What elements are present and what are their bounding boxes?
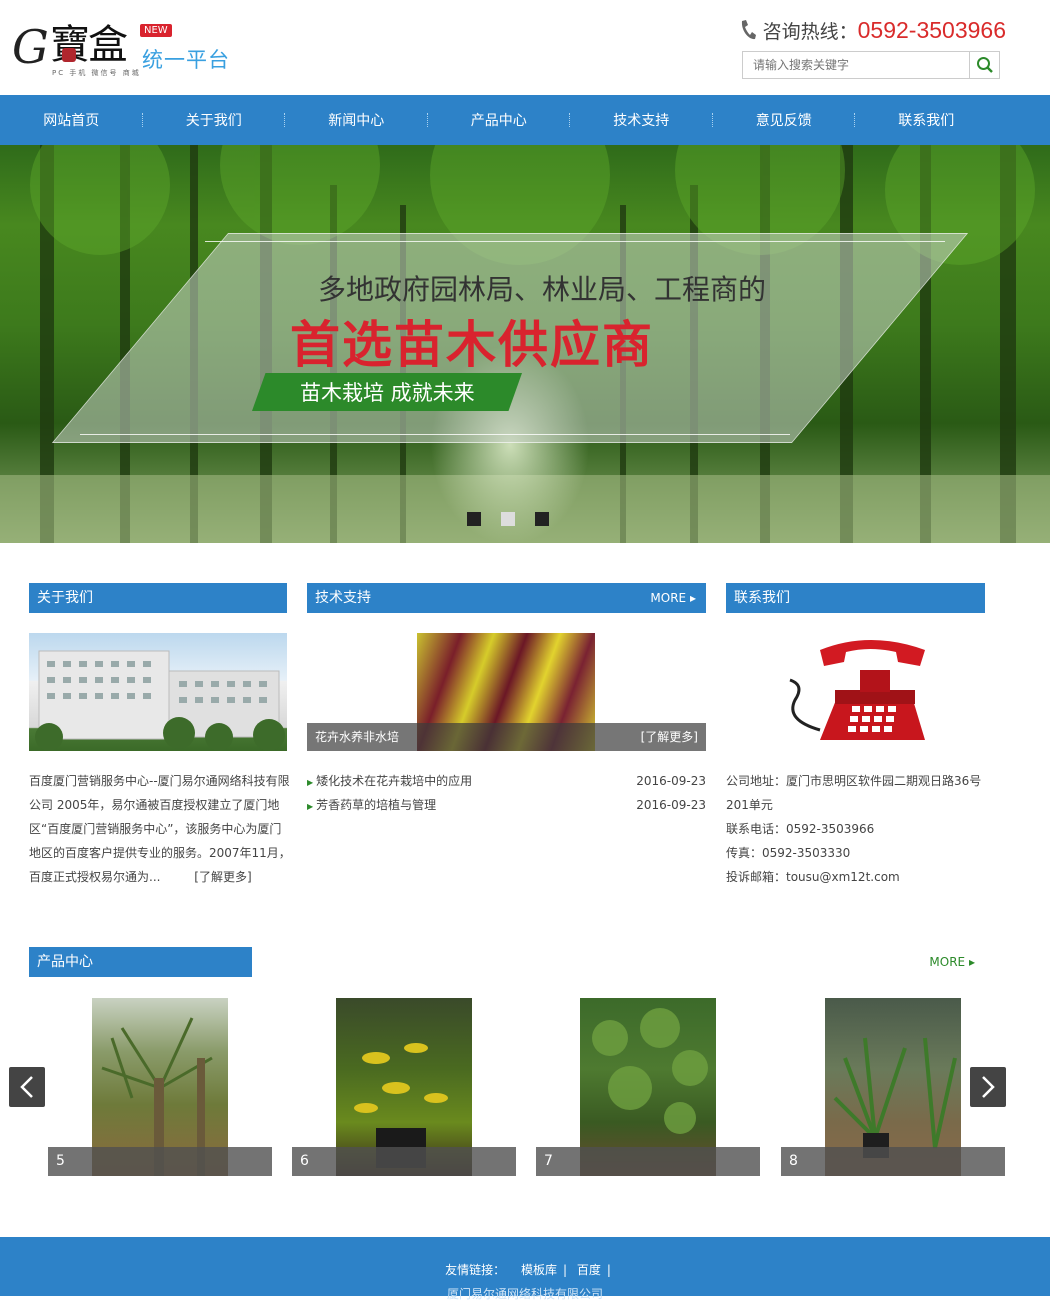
contact-title-bar: 联系我们 <box>726 583 985 613</box>
about-title-bar: 关于我们 <box>29 583 287 613</box>
products-title[interactable]: 产品中心 <box>37 954 93 970</box>
slider-dot-3[interactable] <box>535 512 549 526</box>
products-more-label: MORE <box>929 955 966 969</box>
contact-address: 公司地址：厦门市思明区软件园二期观日路36号201单元 <box>726 774 982 812</box>
nav-home[interactable]: 网站首页 <box>0 95 143 145</box>
contact-info: 公司地址：厦门市思明区软件园二期观日路36号201单元 联系电话：0592-35… <box>726 769 996 889</box>
nav-news[interactable]: 新闻中心 <box>285 95 428 145</box>
product-caption[interactable]: 6 <box>292 1147 516 1176</box>
header: G 寶盒 NEW 统一平台 PC 手机 微信号 商城 咨询热线： 0592-35… <box>0 0 1050 95</box>
search-button[interactable] <box>969 52 999 78</box>
footer: 友情链接： 模板库 | 百度 | 厦门易尔通网络科技有限公司 <box>0 1237 1050 1301</box>
news-item[interactable]: ▶ 芳香药草的培植与管理 2016-09-23 <box>307 793 706 817</box>
banner-line-top <box>205 241 945 242</box>
telephone-image <box>780 630 930 755</box>
bullet-arrow-icon: ▶ <box>307 802 314 811</box>
carousel-prev-button[interactable] <box>9 1067 45 1107</box>
hotline-number[interactable]: 0592-3503966 <box>858 17 1006 44</box>
about-title[interactable]: 关于我们 <box>37 590 93 606</box>
logo-letter: G <box>12 20 49 74</box>
friend-links-label: 友情链接： <box>445 1263 506 1277</box>
nav-contact[interactable]: 联系我们 <box>855 95 998 145</box>
logo[interactable]: G 寶盒 NEW 统一平台 PC 手机 微信号 商城 <box>12 20 242 82</box>
news-item[interactable]: ▶ 矮化技术在花卉栽培中的应用 2016-09-23 <box>307 769 706 793</box>
friend-link[interactable]: 模板库 <box>521 1263 557 1277</box>
banner-line-bottom <box>80 434 790 435</box>
news-title[interactable]: 矮化技术在花卉栽培中的应用 <box>316 774 472 788</box>
product-caption[interactable]: 8 <box>781 1147 1005 1176</box>
slider-dots <box>467 512 549 526</box>
hotline-label: 咨询热线： <box>762 20 858 43</box>
logo-subtitle: PC 手机 微信号 商城 <box>52 69 141 77</box>
banner-ribbon: 苗木栽培 成就未来 <box>252 373 522 411</box>
logo-new-badge: NEW <box>140 24 172 37</box>
tech-title[interactable]: 技术支持 <box>315 590 371 606</box>
tech-more-link[interactable]: MORE ▸ <box>650 583 696 613</box>
search-icon <box>976 57 993 73</box>
chevron-right-icon: ▸ <box>689 591 696 605</box>
news-date: 2016-09-23 <box>636 774 706 788</box>
news-date: 2016-09-23 <box>636 798 706 812</box>
logo-name: 寶盒 <box>50 22 128 68</box>
about-image[interactable] <box>29 633 287 751</box>
contact-email[interactable]: 投诉邮箱：tousu@xm12t.com <box>726 865 996 889</box>
logo-seal-icon <box>62 48 76 62</box>
tech-caption-title: 花卉水养非水培 <box>315 730 400 744</box>
banner-ribbon-text: 苗木栽培 成就未来 <box>300 381 475 405</box>
slider-dot-1[interactable] <box>467 512 481 526</box>
slider-dot-2[interactable] <box>501 512 515 526</box>
tech-title-bar: 技术支持 MORE ▸ <box>307 583 706 613</box>
contact-phone: 联系电话：0592-3503966 <box>726 822 875 836</box>
carousel-next-button[interactable] <box>970 1067 1006 1107</box>
about-more-link[interactable]: [了解更多] <box>194 870 251 884</box>
main-nav: 网站首页 关于我们 新闻中心 产品中心 技术支持 意见反馈 联系我们 <box>0 95 1050 145</box>
product-card[interactable]: 7 <box>536 998 760 1178</box>
products-title-bar: 产品中心 <box>29 947 252 977</box>
friend-links: 友情链接： 模板库 | 百度 | <box>445 1263 611 1277</box>
phone-icon <box>739 19 757 41</box>
hero-banner[interactable]: 多地政府园林局、林业局、工程商的 首选苗木供应商 苗木栽培 成就未来 <box>0 145 1050 543</box>
nav-tech[interactable]: 技术支持 <box>570 95 713 145</box>
nav-products[interactable]: 产品中心 <box>428 95 571 145</box>
nav-about[interactable]: 关于我们 <box>143 95 286 145</box>
search-input[interactable] <box>743 52 969 78</box>
chevron-right-icon: ▸ <box>968 955 975 969</box>
banner-headline: 首选苗木供应商 <box>290 316 654 374</box>
bullet-arrow-icon: ▶ <box>307 778 314 787</box>
about-text: 百度厦门营销服务中心--厦门易尔通网络科技有限公司 2005年，易尔通被百度授权… <box>29 769 291 889</box>
search-box <box>742 51 1000 79</box>
hotline: 咨询热线： 0592-3503966 <box>739 14 1006 46</box>
nav-feedback[interactable]: 意见反馈 <box>713 95 856 145</box>
friend-link[interactable]: 百度 <box>577 1263 601 1277</box>
news-title[interactable]: 芳香药草的培植与管理 <box>316 798 436 812</box>
chevron-left-icon <box>20 1076 33 1098</box>
logo-platform-text: 统一平台 <box>142 48 230 72</box>
product-caption[interactable]: 5 <box>48 1147 272 1176</box>
products-more-link[interactable]: MORE ▸ <box>929 955 975 969</box>
contact-title[interactable]: 联系我们 <box>734 590 790 606</box>
tech-more-label: MORE <box>650 591 687 605</box>
tech-caption-more[interactable]: [了解更多] <box>641 723 698 751</box>
product-card[interactable]: 6 <box>292 998 516 1178</box>
product-caption[interactable]: 7 <box>536 1147 760 1176</box>
copyright: 厦门易尔通网络科技有限公司 <box>446 1287 603 1301</box>
tech-news-list: ▶ 矮化技术在花卉栽培中的应用 2016-09-23 ▶ 芳香药草的培植与管理 20… <box>307 769 706 817</box>
tech-caption[interactable]: 花卉水养非水培 [了解更多] <box>307 723 706 751</box>
product-card[interactable]: 5 <box>48 998 272 1178</box>
about-description: 百度厦门营销服务中心--厦门易尔通网络科技有限公司 2005年，易尔通被百度授权… <box>29 774 291 884</box>
banner-line1: 多地政府园林局、林业局、工程商的 <box>318 273 767 306</box>
chevron-right-icon <box>982 1076 995 1098</box>
contact-fax: 传真：0592-3503330 <box>726 846 851 860</box>
